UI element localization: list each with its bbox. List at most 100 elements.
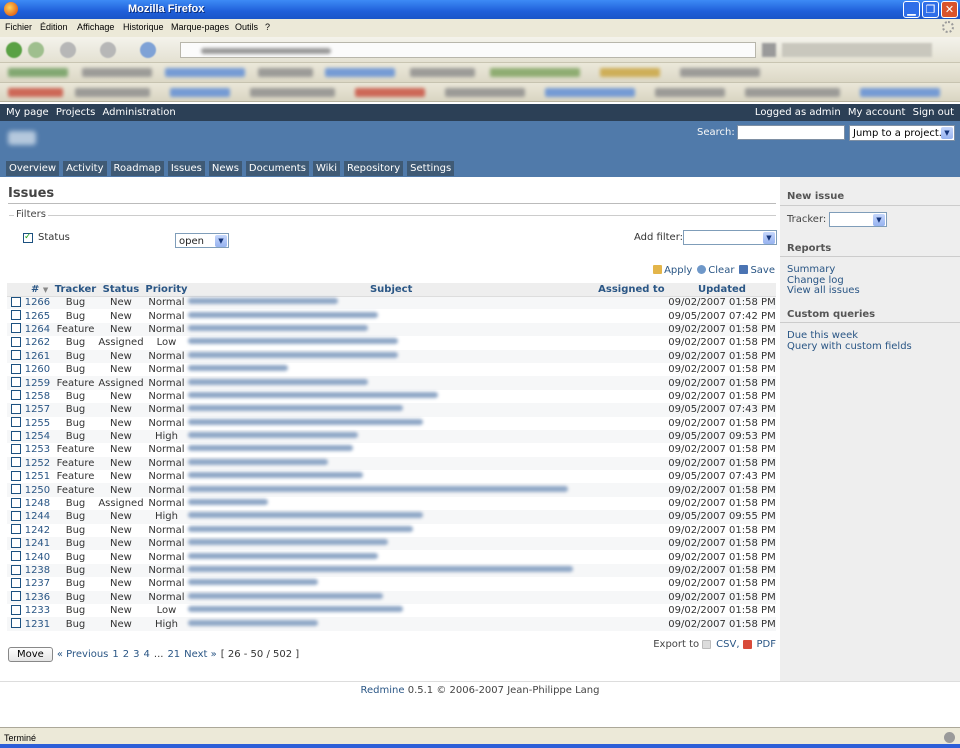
row-checkbox[interactable] xyxy=(10,310,21,321)
summary-link[interactable]: Summary xyxy=(787,264,835,275)
issue-id-link[interactable]: 1262 xyxy=(25,336,55,349)
issue-subject-link[interactable] xyxy=(187,443,595,456)
add-filter-select[interactable]: ▼ xyxy=(683,230,777,245)
status-filter-checkbox[interactable] xyxy=(23,232,33,243)
sign-out-link[interactable]: Sign out xyxy=(913,107,954,118)
go-icon[interactable] xyxy=(762,43,776,57)
row-checkbox[interactable] xyxy=(10,470,21,481)
issue-id-link[interactable]: 1231 xyxy=(24,617,55,631)
apply-link[interactable]: Apply xyxy=(653,265,692,276)
tab-overview[interactable]: Overview xyxy=(6,161,60,176)
table-row[interactable]: 1241 Bug New Normal 09/02/2007 01:58 PM xyxy=(7,537,776,551)
table-row[interactable]: 1242 Bug New Normal 09/02/2007 01:58 PM xyxy=(7,524,776,537)
table-row[interactable]: 1250 Feature New Normal 09/02/2007 01:58 PM xyxy=(7,483,776,497)
save-link[interactable]: Save xyxy=(739,265,775,276)
row-checkbox[interactable] xyxy=(10,323,21,334)
issue-subject-link[interactable] xyxy=(187,429,595,444)
table-row[interactable]: 1251 Feature New Normal 09/05/2007 07:43 PM xyxy=(7,470,776,483)
issue-id-link[interactable]: 1264 xyxy=(24,322,55,337)
export-csv-link[interactable]: CSV, xyxy=(716,639,739,650)
table-row[interactable]: 1265 Bug New Normal 09/05/2007 07:42 PM xyxy=(7,309,776,322)
redmine-link[interactable]: Redmine xyxy=(361,685,405,696)
page-link-3[interactable]: 3 xyxy=(133,649,139,660)
my-page-link[interactable]: My page xyxy=(6,107,49,118)
tab-repository[interactable]: Repository xyxy=(343,161,404,176)
row-checkbox[interactable] xyxy=(10,296,21,307)
issue-id-link[interactable]: 1250 xyxy=(24,483,55,497)
issue-subject-link[interactable] xyxy=(187,577,595,590)
status-operator-select[interactable]: open ▼ xyxy=(175,233,229,248)
issue-subject-link[interactable] xyxy=(187,590,595,604)
issue-id-link[interactable]: 1266 xyxy=(24,296,55,310)
tab-activity[interactable]: Activity xyxy=(63,161,107,176)
back-icon[interactable] xyxy=(6,42,22,58)
issue-id-link[interactable]: 1260 xyxy=(25,363,55,376)
issue-id-link[interactable]: 1257 xyxy=(24,403,55,417)
tab-issues[interactable]: Issues xyxy=(167,161,205,176)
row-checkbox[interactable] xyxy=(10,430,21,441)
issue-id-link[interactable]: 1253 xyxy=(25,443,55,456)
issue-id-link[interactable]: 1259 xyxy=(24,376,55,390)
tab-news[interactable]: News xyxy=(208,161,242,176)
tab-documents[interactable]: Documents xyxy=(245,161,309,176)
issue-id-link[interactable]: 1236 xyxy=(24,590,55,604)
row-checkbox[interactable] xyxy=(10,336,21,347)
forward-icon[interactable] xyxy=(28,42,44,58)
row-checkbox[interactable] xyxy=(10,457,21,468)
previous-page-link[interactable]: « Previous xyxy=(57,649,109,660)
issue-subject-link[interactable] xyxy=(187,456,595,471)
issue-id-link[interactable]: 1244 xyxy=(24,510,55,524)
export-pdf-link[interactable]: PDF xyxy=(757,639,776,650)
tracker-select[interactable]: ▼ xyxy=(829,212,887,227)
issue-id-link[interactable]: 1265 xyxy=(25,309,55,322)
row-checkbox[interactable] xyxy=(10,551,21,562)
issue-subject-link[interactable] xyxy=(187,390,595,403)
issue-subject-link[interactable] xyxy=(187,524,595,537)
table-row[interactable]: 1231 Bug New High 09/02/2007 01:58 PM xyxy=(7,617,776,631)
issue-subject-link[interactable] xyxy=(187,349,595,363)
menu-historique[interactable]: Historique xyxy=(123,22,164,32)
row-checkbox[interactable] xyxy=(10,443,21,454)
table-row[interactable]: 1260 Bug New Normal 09/02/2007 01:58 PM xyxy=(7,363,776,376)
query-custom-fields-link[interactable]: Query with custom fields xyxy=(787,341,912,352)
page-link-last[interactable]: 21 xyxy=(167,649,180,660)
issue-id-link[interactable]: 1251 xyxy=(25,470,55,483)
table-row[interactable]: 1244 Bug New High 09/05/2007 09:55 PM xyxy=(7,510,776,524)
tab-wiki[interactable]: Wiki xyxy=(312,161,340,176)
tab-settings[interactable]: Settings xyxy=(407,161,455,176)
issue-id-link[interactable]: 1238 xyxy=(24,563,55,578)
row-checkbox[interactable] xyxy=(10,510,21,521)
issue-subject-link[interactable] xyxy=(187,336,595,349)
issue-subject-link[interactable] xyxy=(187,550,595,563)
row-checkbox[interactable] xyxy=(10,377,21,388)
issue-subject-link[interactable] xyxy=(187,309,595,322)
row-checkbox[interactable] xyxy=(10,577,21,588)
column-header-tracker[interactable]: Tracker xyxy=(54,283,97,297)
row-checkbox[interactable] xyxy=(10,497,21,508)
search-bar[interactable] xyxy=(782,43,932,57)
my-account-link[interactable]: My account xyxy=(848,107,906,118)
table-row[interactable]: 1253 Feature New Normal 09/02/2007 01:58 PM xyxy=(7,443,776,456)
restore-icon[interactable]: ❐ xyxy=(922,1,939,18)
issue-id-link[interactable]: 1258 xyxy=(25,390,55,403)
issue-subject-link[interactable] xyxy=(187,322,595,337)
row-checkbox[interactable] xyxy=(10,390,21,401)
issue-id-link[interactable]: 1248 xyxy=(25,497,55,510)
page-link-1[interactable]: 1 xyxy=(112,649,118,660)
issue-id-link[interactable]: 1233 xyxy=(25,604,55,617)
table-row[interactable]: 1237 Bug New Normal 09/02/2007 01:58 PM xyxy=(7,577,776,590)
table-row[interactable]: 1252 Feature New Normal 09/02/2007 01:58 PM xyxy=(7,456,776,471)
row-checkbox[interactable] xyxy=(10,363,21,374)
menu-outils[interactable]: Outils xyxy=(235,22,258,32)
page-link-4[interactable]: 4 xyxy=(144,649,150,660)
table-row[interactable]: 1248 Bug Assigned Normal 09/02/2007 01:58 PM xyxy=(7,497,776,510)
table-row[interactable]: 1240 Bug New Normal 09/02/2007 01:58 PM xyxy=(7,550,776,563)
due-this-week-link[interactable]: Due this week xyxy=(787,330,858,341)
column-header-id[interactable]: # ▼ xyxy=(24,283,55,297)
table-row[interactable]: 1255 Bug New Normal 09/02/2007 01:58 PM xyxy=(7,417,776,430)
issue-id-link[interactable]: 1252 xyxy=(24,456,55,471)
view-all-issues-link[interactable]: View all issues xyxy=(787,285,860,296)
search-input[interactable] xyxy=(737,125,845,140)
column-header-updated[interactable]: Updated xyxy=(667,283,776,297)
issue-id-link[interactable]: 1240 xyxy=(25,550,55,563)
